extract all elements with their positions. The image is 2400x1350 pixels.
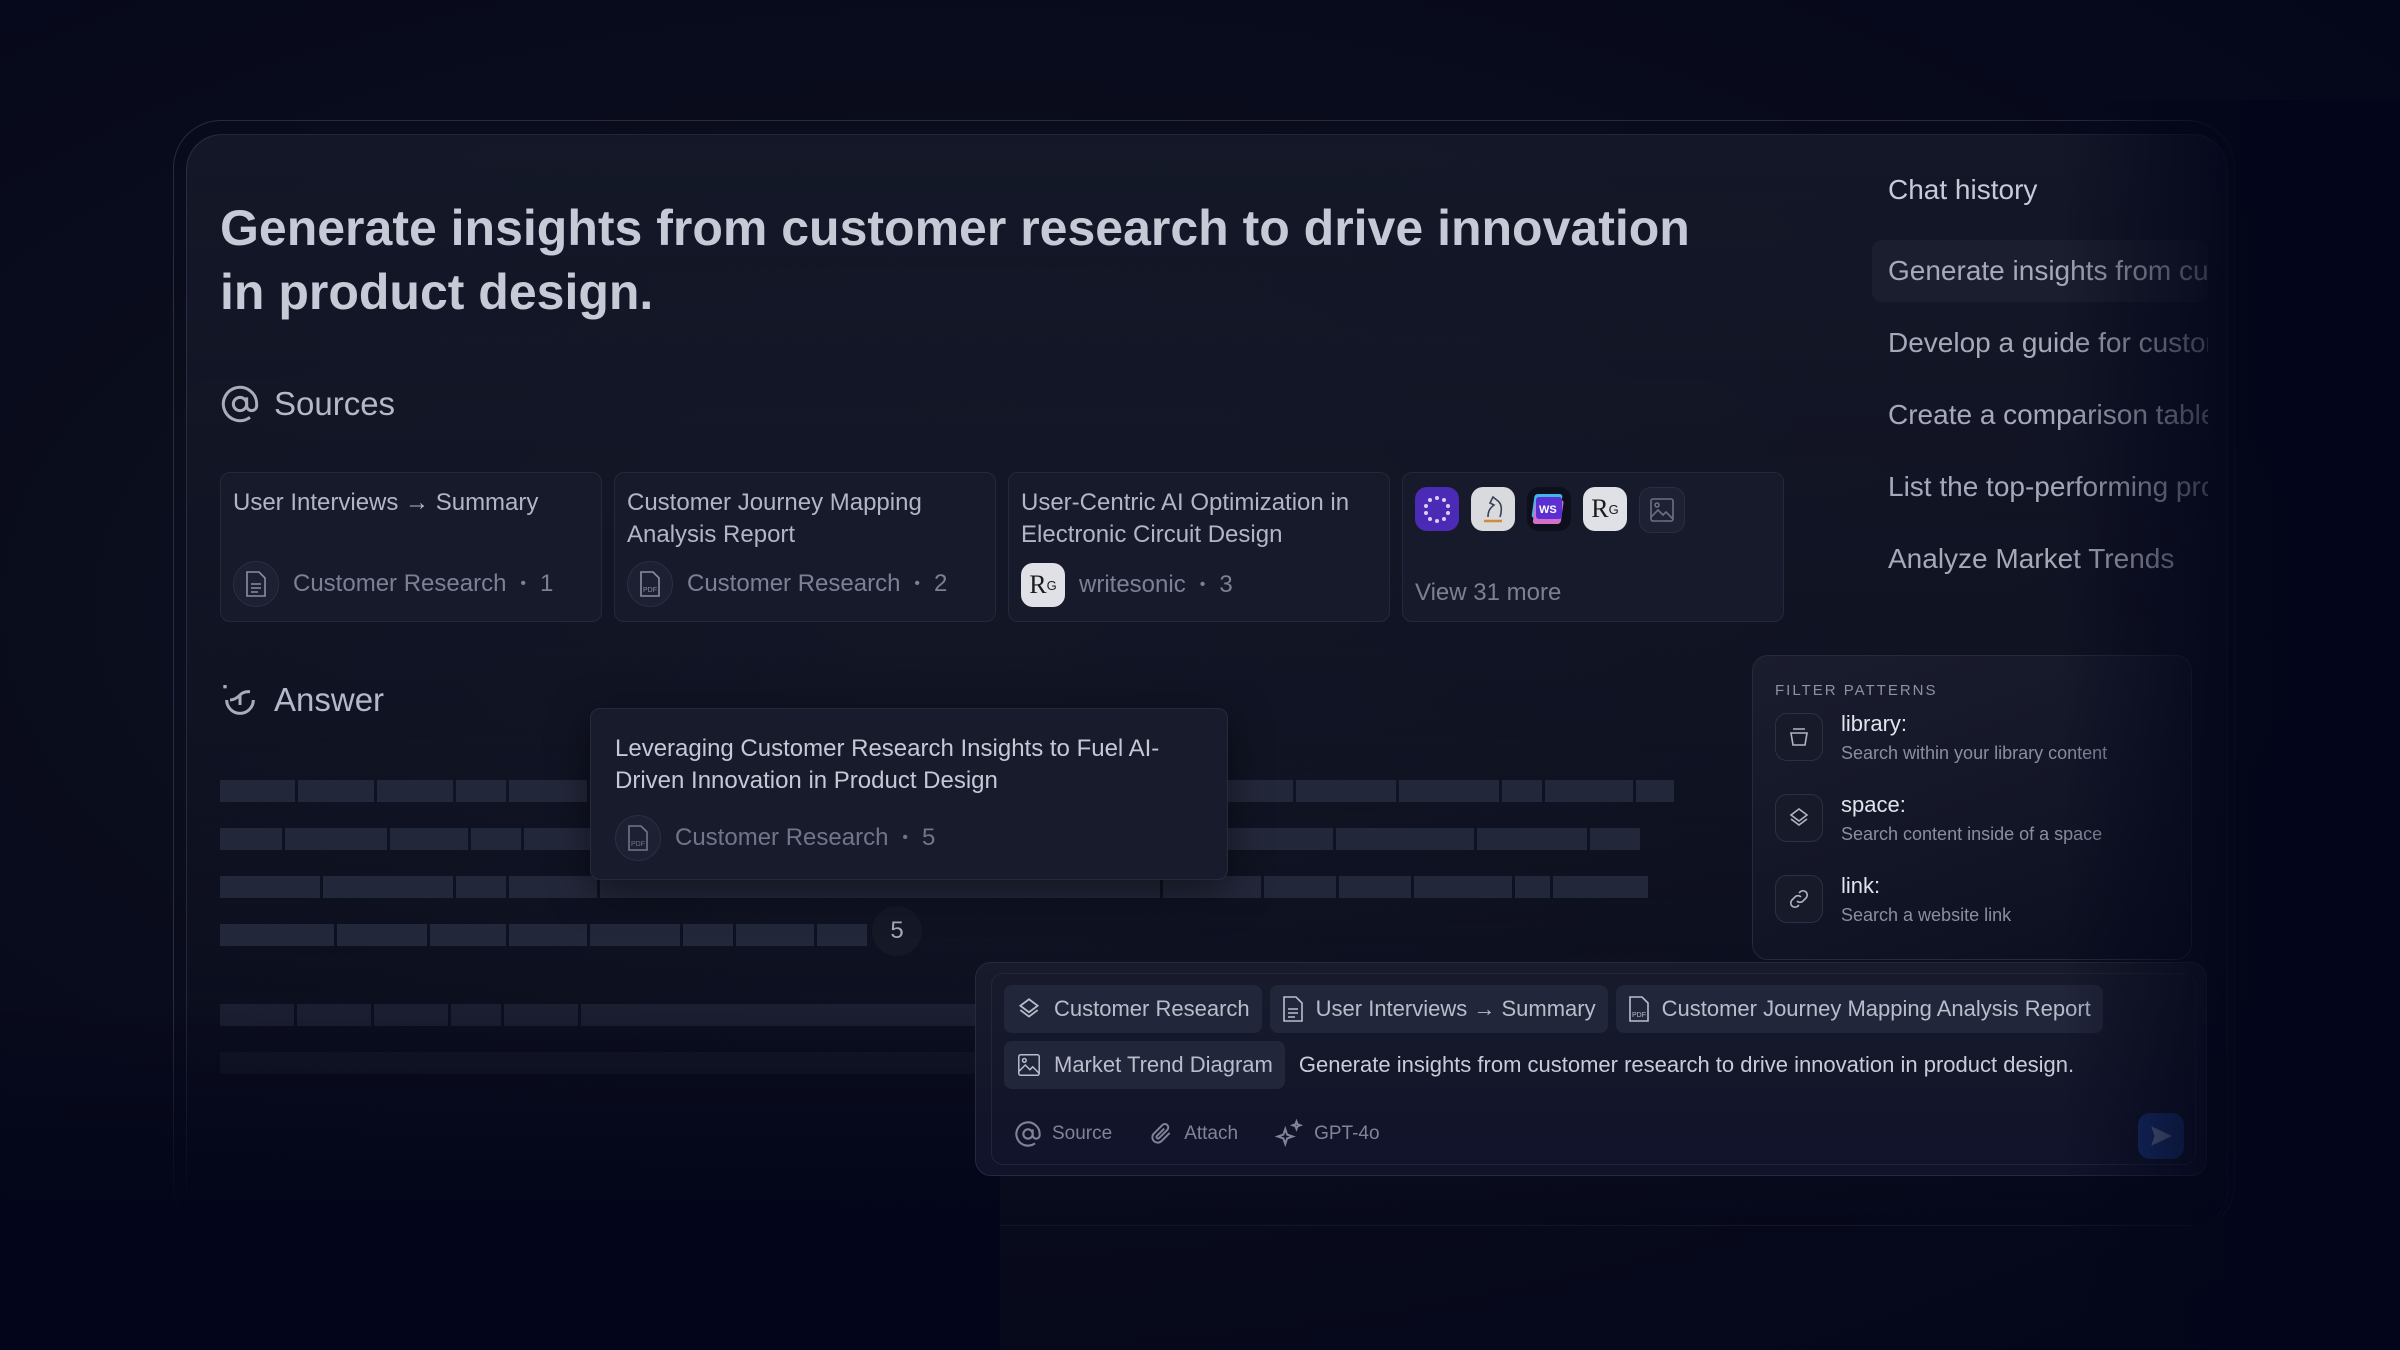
source-card-title: User Interviews → Summary <box>233 489 539 516</box>
library-icon <box>1775 713 1823 761</box>
source-cards: User Interviews → Summary Customer Resea… <box>220 472 1784 622</box>
chat-history-item[interactable]: Generate insights from customer research <box>1872 240 2208 302</box>
image-icon <box>1018 1054 1040 1076</box>
source-button-label: Source <box>1052 1123 1113 1144</box>
chat-history-title: Chat history <box>1888 174 2038 205</box>
source-logos: WS RG <box>1415 487 1771 533</box>
skeleton-line <box>220 924 867 946</box>
context-chip[interactable]: Market Trend Diagram <box>1004 1041 1285 1089</box>
answer-heading-label: Answer <box>274 681 385 718</box>
source-card-title: Customer Journey Mapping Analysis Report <box>627 489 922 548</box>
source-card-meta: Customer Research • 1 <box>233 561 553 607</box>
sources-heading: Sources <box>220 384 395 424</box>
tooltip-source: Customer Research <box>675 824 889 851</box>
view-more-link[interactable]: View 31 more <box>1415 579 1561 607</box>
separator-dot: • <box>914 575 921 592</box>
context-chip[interactable]: Customer Research <box>1004 985 1262 1033</box>
pdf-icon: PDF <box>627 561 673 607</box>
chat-history: Chat history Generate insights from cust… <box>1872 174 2208 600</box>
chat-history-item[interactable]: Create a comparison table <box>1872 384 2208 446</box>
filter-pattern-name: space: <box>1841 792 1906 817</box>
source-card-meta: RG writesonic • 3 <box>1021 563 1233 607</box>
paperclip-icon <box>1151 1123 1171 1144</box>
model-selector[interactable]: GPT-4o <box>1274 1119 1380 1149</box>
context-chip[interactable]: User Interviews → Summary <box>1269 985 1608 1033</box>
separator-dot: • <box>1199 576 1206 593</box>
source-card-index: 1 <box>540 570 554 597</box>
tooltip-title: Leveraging Customer Research Insights to… <box>615 735 1160 794</box>
at-icon <box>1015 1121 1041 1147</box>
chat-history-item[interactable]: Develop a guide for customer onboarding <box>1872 312 2208 374</box>
send-icon <box>2151 1126 2172 1146</box>
researchgate-logo: RG <box>1583 487 1627 531</box>
source-button[interactable]: Source <box>1014 1120 1112 1148</box>
svg-text:PDF: PDF <box>643 587 657 594</box>
source-card[interactable]: Customer Journey Mapping Analysis Report… <box>614 472 996 622</box>
filter-pattern-name: link: <box>1841 873 1881 898</box>
source-card-title: User-Centric AI Optimization in Electron… <box>1021 489 1350 548</box>
svg-text:PDF: PDF <box>631 841 645 848</box>
sparkle-icon <box>1274 1119 1304 1148</box>
citation-tooltip[interactable]: Leveraging Customer Research Insights to… <box>590 708 1228 880</box>
sources-heading-label: Sources <box>274 385 396 422</box>
tooltip-meta: PDF Customer Research • 5 <box>615 815 1203 861</box>
researchgate-logo: RG <box>1021 563 1065 607</box>
writesonic-logo: WS <box>1527 487 1571 531</box>
context-chip-label: Market Trend Diagram <box>1054 1052 1273 1077</box>
filter-pattern-space[interactable]: space: Search content inside of a space <box>1775 792 2169 875</box>
source-card-index: 2 <box>934 570 948 597</box>
citation-badge[interactable]: 5 <box>872 906 922 956</box>
source-card-index: 3 <box>1219 571 1233 598</box>
layers-icon <box>1018 998 1040 1018</box>
answer-icon <box>223 685 255 715</box>
chat-history-item[interactable]: List the top-performing products <box>1872 456 2208 518</box>
source-card[interactable]: User Interviews → Summary Customer Resea… <box>220 472 602 622</box>
filter-patterns-panel: FILTER PATTERNS library: Search within y… <box>1752 655 2192 960</box>
composer-toolbar: Source Attach GPT-4o <box>1014 1119 1380 1149</box>
send-button[interactable] <box>2138 1113 2184 1159</box>
doc-icon <box>1282 996 1303 1022</box>
model-selector-label: GPT-4o <box>1314 1123 1380 1144</box>
source-card-source: Customer Research <box>293 570 507 597</box>
horse-logo <box>1471 487 1515 531</box>
source-card-source: writesonic <box>1079 571 1186 598</box>
filter-patterns-label: FILTER PATTERNS <box>1775 682 1938 699</box>
layers-icon <box>1775 794 1823 842</box>
context-chip-label: Customer Research <box>1054 996 1250 1021</box>
source-card-source: Customer Research <box>687 570 901 597</box>
image-icon <box>1639 487 1685 533</box>
attach-button[interactable]: Attach <box>1148 1120 1238 1148</box>
source-card-meta: PDF Customer Research • 2 <box>627 561 947 607</box>
pdf-icon: PDF <box>615 815 661 861</box>
answer-heading: Answer <box>220 680 384 720</box>
context-chip[interactable]: PDF Customer Journey Mapping Analysis Re… <box>1615 985 2103 1033</box>
chat-composer: Customer Research User Interviews → Summ… <box>975 962 2207 1176</box>
link-icon <box>1775 875 1823 923</box>
page-title: Generate insights from customer research… <box>220 200 1690 320</box>
source-card[interactable]: User-Centric AI Optimization in Electron… <box>1008 472 1390 622</box>
prompt-input[interactable]: Generate insights from customer research… <box>1299 1052 2074 1078</box>
composer-content[interactable]: Customer Research User Interviews → Summ… <box>1004 985 2184 1089</box>
more-sources-card[interactable]: WS RG View 31 more <box>1402 472 1784 622</box>
filter-pattern-desc: Search within your library content <box>1841 743 2108 763</box>
filter-pattern-library[interactable]: library: Search within your library cont… <box>1775 711 2169 794</box>
pdf-icon: PDF <box>1628 996 1649 1022</box>
attach-button-label: Attach <box>1184 1123 1239 1144</box>
filter-pattern-link[interactable]: link: Search a website link <box>1775 873 2169 956</box>
context-chip-label: Customer Journey Mapping Analysis Report <box>1661 996 2091 1021</box>
filter-pattern-desc: Search a website link <box>1841 905 2012 925</box>
doc-icon <box>233 561 279 607</box>
purple-dots-logo <box>1415 487 1459 531</box>
chat-history-item[interactable]: Analyze Market Trends <box>1872 528 2208 590</box>
filter-pattern-desc: Search content inside of a space <box>1841 824 2103 844</box>
at-icon <box>221 385 259 423</box>
context-chip-label: User Interviews → Summary <box>1315 996 1596 1021</box>
separator-dot: • <box>902 829 909 846</box>
filter-pattern-name: library: <box>1841 711 1908 736</box>
svg-text:PDF: PDF <box>1632 1012 1646 1019</box>
separator-dot: • <box>520 575 527 592</box>
svg-text:WS: WS <box>1539 504 1557 516</box>
tooltip-index: 5 <box>922 824 936 851</box>
